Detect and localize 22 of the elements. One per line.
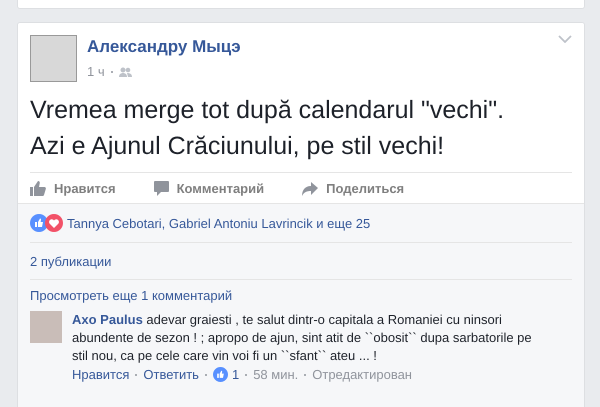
chevron-down-icon[interactable] bbox=[558, 35, 572, 43]
reply-link[interactable]: Ответить bbox=[143, 367, 199, 382]
reactions-link[interactable]: Tannya Cebotari, Gabriel Antoniu Lavrincik и еще 25 bbox=[67, 216, 370, 230]
share-button[interactable]: Поделиться bbox=[302, 181, 404, 196]
like-link[interactable]: Нравится bbox=[72, 367, 130, 382]
comment-button[interactable]: Комментарий bbox=[154, 181, 264, 196]
post-text-line: Vremea merge tot după calendarul "vechi". bbox=[30, 95, 506, 126]
author-link[interactable]: Александру Мыцэ bbox=[87, 37, 241, 57]
friends-icon[interactable] bbox=[118, 66, 132, 76]
speech-bubble-icon bbox=[154, 181, 169, 196]
like-button[interactable]: Нравится bbox=[30, 181, 116, 196]
avatar-image bbox=[30, 311, 62, 343]
thumbs-up-icon bbox=[30, 181, 46, 196]
avatar-image bbox=[30, 35, 77, 82]
shares-link[interactable]: 2 публикации bbox=[30, 243, 572, 269]
like-reaction-icon bbox=[212, 367, 228, 382]
heart-reaction-icon bbox=[45, 214, 63, 232]
comment-text: Axo Paulus adevar graiesti , te salut dintr-o capitala a Romaniei cu ninsori abundente de sezon ! ; apropo de ajun, sint atit de ``obosit`` dupa sarbatorile pe stil nou, ca pe cele care vin voi fi un ``sfant`` ateu ... ! bbox=[72, 311, 533, 365]
view-more-comments-link[interactable]: Просмотреть еще 1 комментарий bbox=[30, 288, 232, 303]
share-arrow-icon bbox=[302, 182, 318, 196]
post-text-line: Azi e Ajunul Crăciunului, pe stil vechi! bbox=[30, 131, 446, 162]
like-count[interactable]: 1 bbox=[232, 367, 240, 382]
